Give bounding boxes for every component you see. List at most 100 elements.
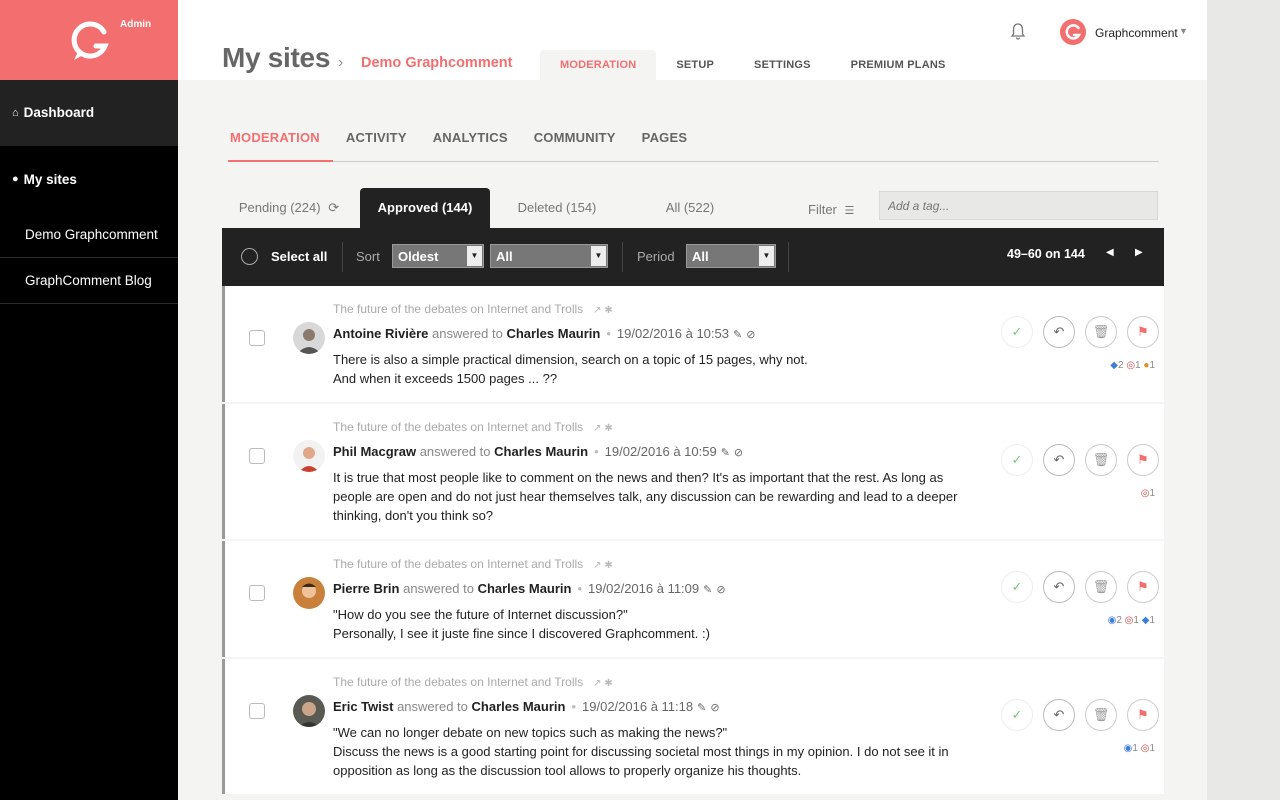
- tag-icon[interactable]: ⊘: [746, 329, 755, 341]
- sidebar-item-my-sites[interactable]: ● My sites: [0, 146, 178, 212]
- tab-all[interactable]: All (522): [642, 188, 738, 228]
- edit-icon[interactable]: ✎: [703, 584, 712, 596]
- subtab-community[interactable]: COMMUNITY: [521, 120, 629, 162]
- logo[interactable]: Admin: [0, 0, 178, 80]
- tab-approved[interactable]: Approved (144): [360, 188, 490, 228]
- comment-badges: ◎1: [1141, 488, 1155, 499]
- approve-button[interactable]: ✓: [1001, 699, 1033, 731]
- breadcrumb-separator-icon: ›: [338, 54, 344, 71]
- approve-button[interactable]: ✓: [1001, 316, 1033, 348]
- avatar[interactable]: [293, 577, 325, 609]
- comment-line: Personally, I see it juste fine since I …: [333, 626, 710, 641]
- comment-item: The future of the debates on Internet an…: [222, 404, 1164, 539]
- filter-button[interactable]: Filter ☰: [808, 202, 854, 217]
- select-all-checkbox[interactable]: [241, 248, 258, 265]
- external-link-icon[interactable]: ↗ ✱: [593, 305, 613, 316]
- flag-button[interactable]: ⚑: [1127, 699, 1159, 731]
- avatar[interactable]: [293, 440, 325, 472]
- tab-premium-plans[interactable]: PREMIUM PLANS: [831, 50, 966, 80]
- period-select-value: All: [692, 249, 709, 264]
- comment-checkbox[interactable]: [249, 585, 265, 601]
- tab-settings[interactable]: SETTINGS: [734, 50, 831, 80]
- subtab-activity[interactable]: ACTIVITY: [333, 120, 420, 162]
- comment-checkbox[interactable]: [249, 330, 265, 346]
- external-link-icon[interactable]: ↗ ✱: [593, 678, 613, 689]
- tag-icon[interactable]: ⊘: [734, 447, 743, 459]
- tab-deleted[interactable]: Deleted (154): [502, 188, 612, 228]
- sort-filter-select[interactable]: All ▼: [490, 244, 608, 268]
- comment-author[interactable]: Eric Twist: [333, 699, 393, 714]
- approve-button[interactable]: ✓: [1001, 571, 1033, 603]
- sidebar-item-graphcomment-blog[interactable]: GraphComment Blog: [0, 258, 178, 304]
- reply-button[interactable]: ↶: [1043, 316, 1075, 348]
- avatar[interactable]: [1060, 19, 1086, 45]
- status-tabs: Pending (224) ⟳ Approved (144) Deleted (…: [222, 188, 1164, 228]
- comment-author[interactable]: Antoine Rivière: [333, 326, 428, 341]
- avatar[interactable]: [293, 695, 325, 727]
- next-page-icon[interactable]: ▶: [1135, 247, 1143, 258]
- comment-reply-to[interactable]: Charles Maurin: [478, 581, 572, 596]
- sidebar: Admin ⌂ Dashboard ● My sites Demo Graphc…: [0, 0, 178, 800]
- refresh-icon[interactable]: ⟳: [328, 200, 339, 215]
- flag-button[interactable]: ⚑: [1127, 444, 1159, 476]
- subtab-moderation[interactable]: MODERATION: [228, 120, 333, 162]
- edit-icon[interactable]: ✎: [733, 329, 742, 341]
- comment-date: 19/02/2016 à 10:59: [604, 444, 717, 459]
- period-select[interactable]: All ▼: [686, 244, 776, 268]
- breadcrumb-site[interactable]: Demo Graphcomment: [361, 55, 512, 71]
- tab-setup[interactable]: SETUP: [656, 50, 734, 80]
- meta-dot: •: [594, 444, 599, 459]
- comment-meta: Antoine Rivière answered to Charles Maur…: [333, 326, 755, 341]
- external-link-icon[interactable]: ↗ ✱: [593, 560, 613, 571]
- comment-author[interactable]: Phil Macgraw: [333, 444, 416, 459]
- select-all-label[interactable]: Select all: [271, 249, 327, 264]
- comment-checkbox[interactable]: [249, 703, 265, 719]
- comment-reply-to[interactable]: Charles Maurin: [472, 699, 566, 714]
- pagination-info: 49–60 on 144: [1007, 247, 1085, 261]
- external-link-icon[interactable]: ↗ ✱: [593, 423, 613, 434]
- comment-meta: Eric Twist answered to Charles Maurin • 19…: [333, 699, 720, 714]
- subtab-analytics[interactable]: ANALYTICS: [420, 120, 521, 162]
- comment-date: 19/02/2016 à 10:53: [616, 326, 729, 341]
- comment-badges: ◉1 ◎1: [1124, 743, 1155, 754]
- tag-input[interactable]: [879, 191, 1158, 220]
- reply-button[interactable]: ↶: [1043, 444, 1075, 476]
- tag-icon[interactable]: ⊘: [710, 702, 719, 714]
- approve-button[interactable]: ✓: [1001, 444, 1033, 476]
- flag-button[interactable]: ⚑: [1127, 571, 1159, 603]
- sidebar-item-dashboard[interactable]: ⌂ Dashboard: [0, 80, 178, 146]
- reply-button[interactable]: ↶: [1043, 699, 1075, 731]
- comment-meta: Phil Macgraw answered to Charles Maurin •…: [333, 444, 743, 459]
- reply-button[interactable]: ↶: [1043, 571, 1075, 603]
- comment-thread-link[interactable]: The future of the debates on Internet an…: [333, 675, 613, 689]
- comment-thread-link[interactable]: The future of the debates on Internet an…: [333, 420, 613, 434]
- flag-button[interactable]: ⚑: [1127, 316, 1159, 348]
- sort-select[interactable]: Oldest ▼: [392, 244, 484, 268]
- tab-moderation[interactable]: MODERATION: [540, 50, 657, 80]
- delete-button[interactable]: 🗑: [1085, 444, 1117, 476]
- comment-author[interactable]: Pierre Brin: [333, 581, 399, 596]
- comment-reply-to[interactable]: Charles Maurin: [494, 444, 588, 459]
- subtab-pages[interactable]: PAGES: [629, 120, 701, 162]
- comment-line: And when it exceeds 1500 pages ... ??: [333, 371, 558, 386]
- delete-button[interactable]: 🗑: [1085, 316, 1117, 348]
- edit-icon[interactable]: ✎: [697, 702, 706, 714]
- avatar[interactable]: [293, 322, 325, 354]
- delete-button[interactable]: 🗑: [1085, 699, 1117, 731]
- sidebar-item-demo-graphcomment[interactable]: Demo Graphcomment: [0, 212, 178, 258]
- sidebar-item-label: Dashboard: [23, 105, 95, 120]
- divider: [342, 242, 343, 272]
- user-menu[interactable]: Graphcomment: [1095, 26, 1178, 40]
- chevron-down-icon[interactable]: ▼: [1179, 26, 1188, 36]
- delete-button[interactable]: 🗑: [1085, 571, 1117, 603]
- comment-date: 19/02/2016 à 11:09: [588, 581, 700, 596]
- tab-pending[interactable]: Pending (224) ⟳: [230, 188, 348, 228]
- bell-icon[interactable]: [1010, 22, 1026, 40]
- comment-thread-link[interactable]: The future of the debates on Internet an…: [333, 302, 613, 316]
- comment-checkbox[interactable]: [249, 448, 265, 464]
- edit-icon[interactable]: ✎: [721, 447, 730, 459]
- tag-icon[interactable]: ⊘: [716, 584, 725, 596]
- comment-reply-to[interactable]: Charles Maurin: [506, 326, 600, 341]
- comment-thread-link[interactable]: The future of the debates on Internet an…: [333, 557, 613, 571]
- prev-page-icon[interactable]: ◀: [1106, 247, 1114, 258]
